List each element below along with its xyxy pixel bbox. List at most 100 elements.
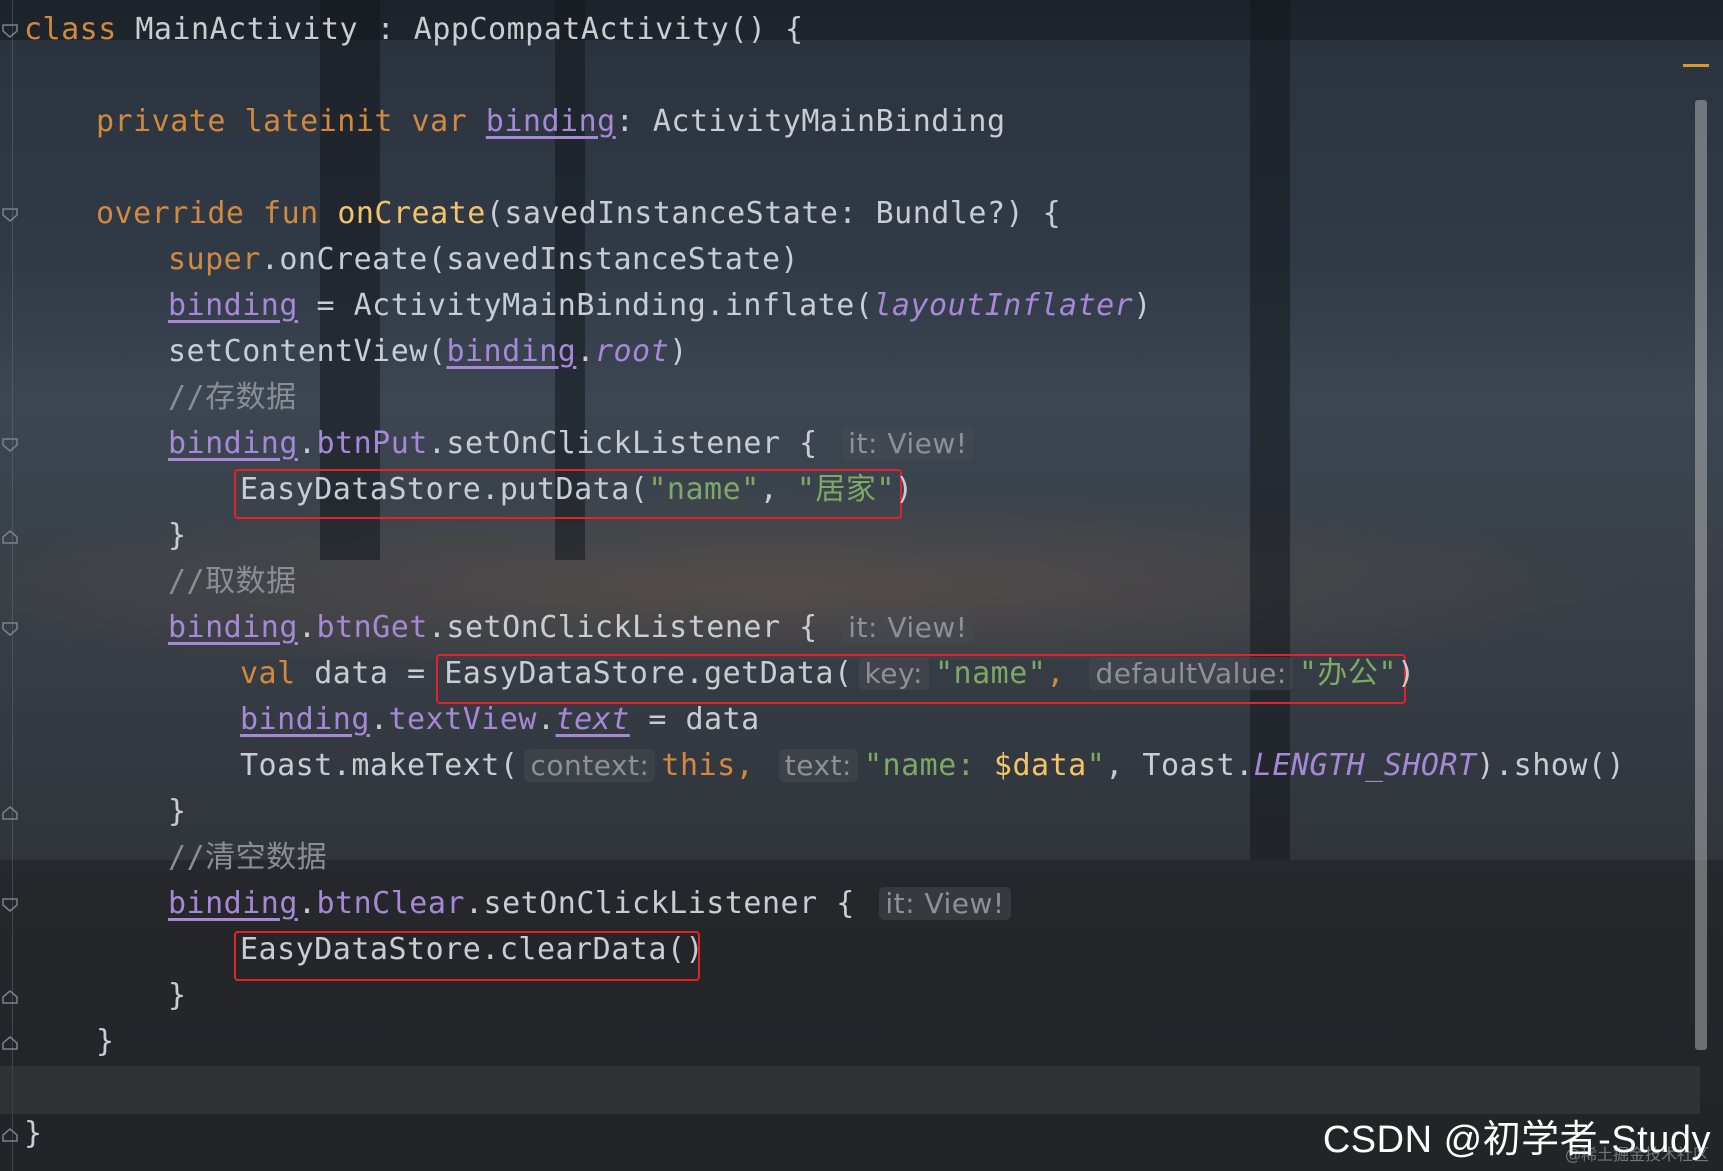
code-line[interactable]: override fun onCreate(savedInstanceState… (96, 191, 1061, 237)
code-text: MainActivity : AppCompatActivity() { (116, 12, 804, 47)
code-text: . (297, 610, 317, 645)
closing-brace: } (168, 794, 187, 829)
code-comment[interactable]: //取数据 (168, 559, 297, 605)
string-literal: "name" (934, 656, 1047, 691)
code-text: = ActivityMainBinding.inflate( (297, 288, 874, 323)
property: textView (388, 702, 537, 737)
caret-line-highlight (0, 1066, 1700, 1114)
keyword: super (168, 242, 261, 277)
code-text: , (1046, 656, 1065, 691)
keyword: class (24, 12, 117, 47)
inlay-hint: text: (778, 749, 858, 782)
code-line[interactable]: EasyDataStore.clearData() (240, 927, 704, 973)
inlay-hint: context: (524, 749, 656, 782)
code-text: . (369, 702, 389, 737)
code-text: . (537, 702, 556, 737)
code-text: ).show() (1476, 748, 1626, 783)
code-line[interactable]: binding.btnGet.setOnClickListener { it: … (168, 605, 980, 651)
property: binding (240, 702, 370, 737)
property: btnClear (316, 886, 465, 921)
code-line[interactable]: binding.btnClear.setOnClickListener { it… (168, 881, 1017, 927)
code-comment[interactable]: //存数据 (168, 375, 297, 421)
code-text: , (759, 472, 797, 507)
code-text: ) (1396, 656, 1416, 691)
string-literal: "办公" (1298, 656, 1397, 691)
inlay-hint: it: View! (879, 887, 1011, 920)
code-line[interactable]: } (24, 1111, 43, 1157)
code-line[interactable]: val data = EasyDataStore.getData(key: "na… (240, 651, 1416, 697)
keyword: private lateinit var (96, 104, 468, 139)
code-text: data = (295, 656, 445, 691)
code-text: ) (1133, 288, 1152, 323)
property: layoutInflater (873, 288, 1134, 323)
code-line[interactable]: } (168, 973, 187, 1019)
code-line[interactable]: EasyDataStore.putData("name", "居家") (240, 467, 914, 513)
keyword: this (661, 748, 736, 783)
code-line[interactable]: binding.btnPut.setOnClickListener { it: … (168, 421, 980, 467)
constant: LENGTH_SHORT (1253, 748, 1477, 783)
code-text: = data (629, 702, 760, 737)
closing-brace: } (96, 1024, 115, 1059)
inlay-hint: it: View! (842, 611, 974, 644)
code-line[interactable]: super.onCreate(savedInstanceState) (168, 237, 799, 283)
code-text: EasyDataStore.clearData() (240, 932, 705, 967)
watermark-sub: @稀土掘金技术社区 (1564, 1145, 1709, 1164)
string-literal: " (1086, 748, 1106, 783)
property: binding (446, 334, 577, 369)
code-line[interactable]: } (168, 789, 187, 835)
code-text: . (297, 886, 317, 921)
code-line[interactable]: setContentView(binding.root) (168, 329, 688, 375)
code-text: .setOnClickListener { (427, 426, 818, 461)
code-text: setContentView( (168, 334, 447, 369)
code-comment[interactable]: //清空数据 (168, 835, 327, 881)
code-text: . (576, 334, 595, 369)
property: root (594, 334, 670, 369)
code-line[interactable]: private lateinit var binding: ActivityMa… (96, 99, 1006, 145)
vertical-scrollbar[interactable] (1695, 100, 1707, 1050)
keyword: override fun (96, 196, 319, 231)
code-line[interactable]: Toast.makeText(context: this, text: "name:… (240, 743, 1625, 789)
property: binding (168, 288, 298, 323)
comment: //清空数据 (168, 840, 328, 875)
property: binding (485, 104, 616, 139)
warning-marker[interactable] (1683, 64, 1709, 67)
code-line[interactable]: binding = ActivityMainBinding.inflate(la… (168, 283, 1152, 329)
fold-icon[interactable] (2, 24, 18, 38)
string-literal: "name: (863, 748, 994, 783)
string-literal: "居家" (796, 472, 895, 507)
fold-icon[interactable] (2, 806, 18, 820)
fold-icon[interactable] (2, 622, 18, 636)
inlay-hint: key: (858, 657, 929, 690)
code-text: , (735, 748, 755, 783)
keyword: val (240, 656, 296, 691)
comment: //取数据 (168, 564, 297, 599)
fold-icon[interactable] (2, 438, 18, 452)
property: btnPut (316, 426, 428, 461)
property: binding (168, 886, 298, 921)
template-variable: $data (993, 748, 1087, 783)
code-line[interactable]: binding.textView.text = data (240, 697, 760, 743)
fold-icon[interactable] (2, 1036, 18, 1050)
code-text: .setOnClickListener { (465, 886, 855, 921)
code-text: .setOnClickListener { (427, 610, 818, 645)
string-literal: "name" (648, 472, 760, 507)
fold-icon[interactable] (2, 990, 18, 1004)
code-editor[interactable]: class MainActivity : AppCompatActivity()… (0, 0, 1723, 1171)
closing-brace: } (24, 1116, 43, 1151)
code-line[interactable]: class MainActivity : AppCompatActivity()… (24, 7, 804, 53)
code-text: EasyDataStore.getData( (444, 656, 853, 691)
code-line[interactable]: } (96, 1019, 115, 1065)
closing-brace: } (168, 978, 187, 1013)
code-text: : ActivityMainBinding (615, 104, 1006, 139)
closing-brace: } (168, 518, 187, 553)
fold-icon[interactable] (2, 208, 18, 222)
code-text: .onCreate(savedInstanceState) (260, 242, 800, 277)
property: text (555, 702, 630, 737)
fold-icon[interactable] (2, 1128, 18, 1142)
code-line[interactable]: } (168, 513, 187, 559)
comment: //存数据 (168, 380, 297, 415)
code-text: ) (669, 334, 688, 369)
code-text: , Toast. (1105, 748, 1254, 783)
fold-icon[interactable] (2, 898, 18, 912)
fold-icon[interactable] (2, 530, 18, 544)
